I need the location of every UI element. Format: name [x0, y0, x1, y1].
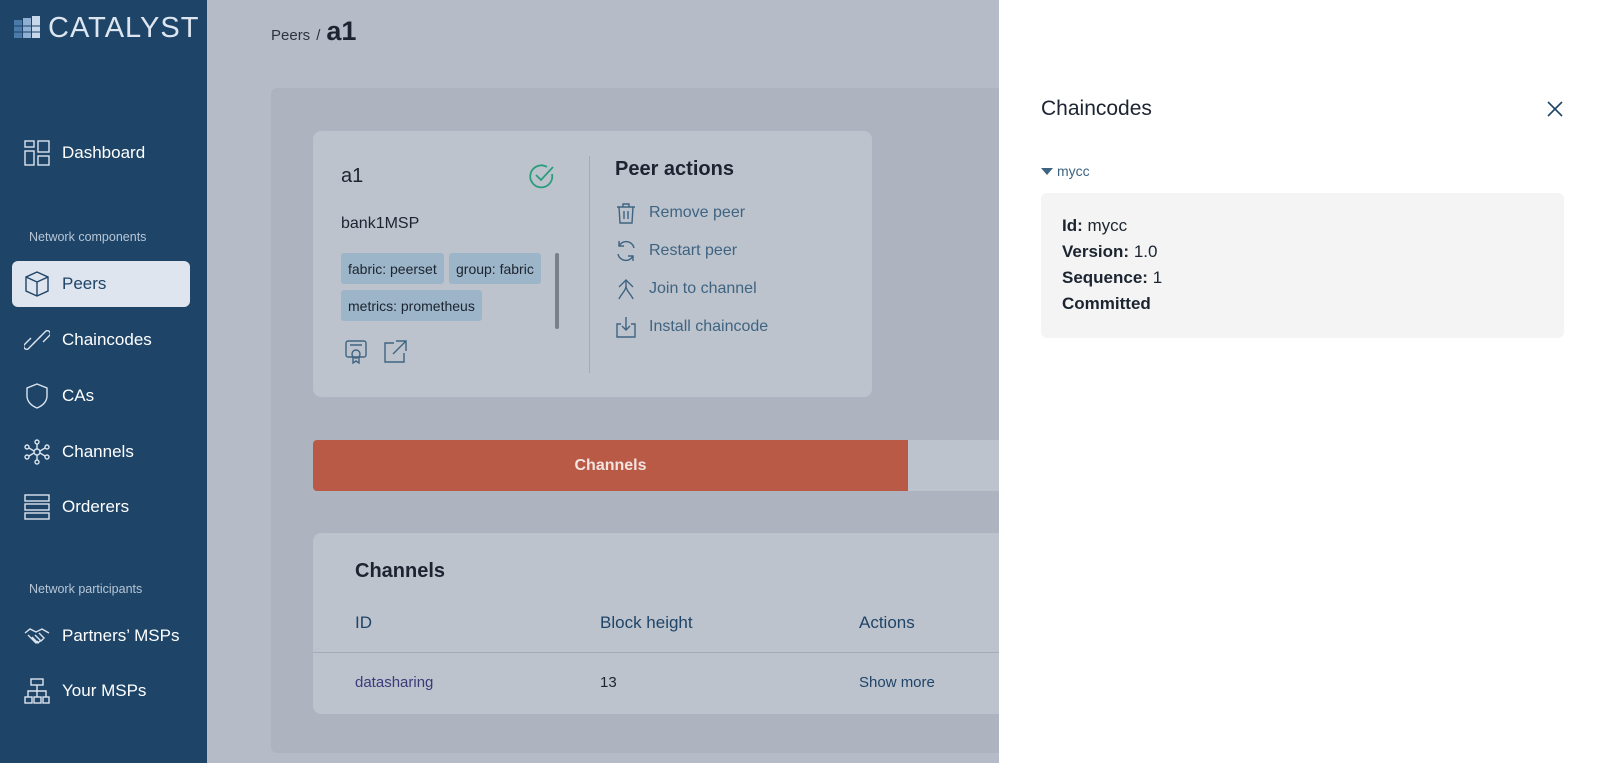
certificate-icon[interactable]: [344, 339, 370, 365]
channels-card: Channels ID Block height Actions datasha…: [313, 533, 999, 714]
tag-group: group: fabric: [449, 253, 541, 284]
version-label: Version:: [1062, 242, 1130, 261]
join-channel-button[interactable]: Join to channel: [615, 278, 757, 300]
main-content: Peers / a1 a1 bank1MSP fabric: peerset g…: [207, 0, 999, 763]
sidebar-item-partners-msps[interactable]: Partners’ MSPs: [12, 613, 190, 659]
section-network-components: Network components: [29, 230, 147, 244]
tags-scrollbar[interactable]: [555, 253, 559, 329]
breadcrumb: Peers / a1: [271, 16, 356, 47]
download-icon: [616, 317, 636, 338]
card-divider: [589, 156, 590, 373]
cube-icon: [25, 271, 49, 297]
column-header-block-height: Block height: [600, 613, 693, 632]
chaincode-id-row: Id: mycc: [1062, 213, 1543, 239]
channels-title: Channels: [355, 560, 446, 582]
server-icon: [24, 494, 50, 520]
sequence-value: 1: [1152, 268, 1163, 287]
peer-name: a1: [341, 165, 364, 187]
org-chart-icon: [24, 678, 50, 704]
install-chaincode-button[interactable]: Install chaincode: [615, 316, 768, 338]
join-icon: [618, 279, 634, 300]
sidebar-item-label: CAs: [62, 386, 95, 405]
network-icon: [24, 439, 50, 465]
remove-peer-label: Remove peer: [649, 204, 746, 221]
remove-peer-button[interactable]: Remove peer: [615, 202, 745, 224]
sidebar-item-label: Your MSPs: [62, 681, 147, 700]
link-icon: [24, 330, 50, 350]
external-link-icon[interactable]: [382, 339, 408, 365]
section-network-participants: Network participants: [29, 582, 143, 596]
caret-down-icon: [1041, 167, 1053, 175]
chaincode-version-row: Version: 1.0: [1062, 239, 1543, 265]
install-chaincode-label: Install chaincode: [649, 318, 769, 335]
sidebar-item-label: Orderers: [62, 497, 130, 516]
tag-fabric: fabric: peerset: [341, 253, 444, 284]
sidebar-item-chaincodes[interactable]: Chaincodes: [12, 317, 190, 363]
sidebar-item-peers[interactable]: Peers: [12, 261, 190, 307]
peer-msp: bank1MSP: [341, 215, 420, 232]
id-label: Id:: [1062, 216, 1083, 235]
sidebar: CATALYST Dashboard Network components Pe…: [0, 0, 207, 763]
shield-icon: [26, 383, 48, 409]
drawer-title: Chaincodes: [1041, 97, 1152, 120]
peer-actions-title: Peer actions: [615, 158, 734, 180]
table-divider: [313, 652, 999, 653]
breadcrumb-peers-link[interactable]: Peers: [271, 27, 310, 44]
show-more-link[interactable]: Show more: [859, 674, 935, 691]
sidebar-item-label: Partners’ MSPs: [62, 626, 180, 645]
chaincode-details: Id: mycc Version: 1.0 Sequence: 1 Commit…: [1041, 193, 1564, 338]
handshake-icon: [24, 628, 50, 644]
logo-text: CATALYST: [48, 12, 200, 44]
sidebar-item-label: Peers: [62, 274, 107, 293]
tag-metrics: metrics: prometheus: [341, 290, 482, 321]
sidebar-item-label: Chaincodes: [62, 330, 152, 349]
id-value: mycc: [1087, 216, 1128, 235]
chaincode-status-row: Committed: [1062, 291, 1543, 317]
breadcrumb-separator: /: [316, 27, 321, 44]
close-icon[interactable]: [1547, 101, 1563, 117]
chaincode-sequence-row: Sequence: 1: [1062, 265, 1543, 291]
tab-other[interactable]: [908, 440, 999, 491]
sidebar-item-orderers[interactable]: Orderers: [12, 484, 190, 530]
peer-card: a1 bank1MSP fabric: peerset group: fabri…: [313, 131, 872, 397]
tab-channels[interactable]: Channels: [313, 440, 908, 491]
tab-bar: Channels: [313, 440, 999, 491]
sidebar-item-label: Channels: [62, 442, 134, 461]
restart-peer-button[interactable]: Restart peer: [615, 240, 737, 262]
restart-peer-label: Restart peer: [649, 242, 738, 259]
check-circle-icon: [529, 164, 554, 189]
column-header-id: ID: [355, 613, 372, 632]
page-title: a1: [326, 16, 357, 46]
column-header-actions: Actions: [859, 613, 915, 632]
chaincode-accordion-toggle[interactable]: mycc: [1041, 163, 1090, 179]
chaincode-name: mycc: [1057, 163, 1090, 179]
sidebar-item-cas[interactable]: CAs: [12, 373, 190, 419]
refresh-icon: [617, 240, 635, 262]
dashboard-icon: [24, 140, 50, 166]
app-logo[interactable]: CATALYST: [12, 12, 199, 45]
chaincodes-drawer: Chaincodes mycc Id: mycc Version: 1.0 Se…: [999, 0, 1600, 763]
channel-block-height: 13: [600, 674, 617, 691]
version-value: 1.0: [1133, 242, 1158, 261]
trash-icon: [617, 203, 635, 224]
sequence-label: Sequence:: [1062, 268, 1148, 287]
sidebar-item-dashboard[interactable]: Dashboard: [12, 130, 190, 176]
catalyst-logo-icon: [14, 15, 40, 38]
join-channel-label: Join to channel: [649, 280, 757, 297]
chaincode-status: Committed: [1062, 294, 1151, 313]
channel-id-link[interactable]: datasharing: [355, 674, 433, 691]
sidebar-item-your-msps[interactable]: Your MSPs: [12, 668, 190, 714]
sidebar-item-channels[interactable]: Channels: [12, 429, 190, 475]
sidebar-item-label: Dashboard: [62, 143, 146, 162]
